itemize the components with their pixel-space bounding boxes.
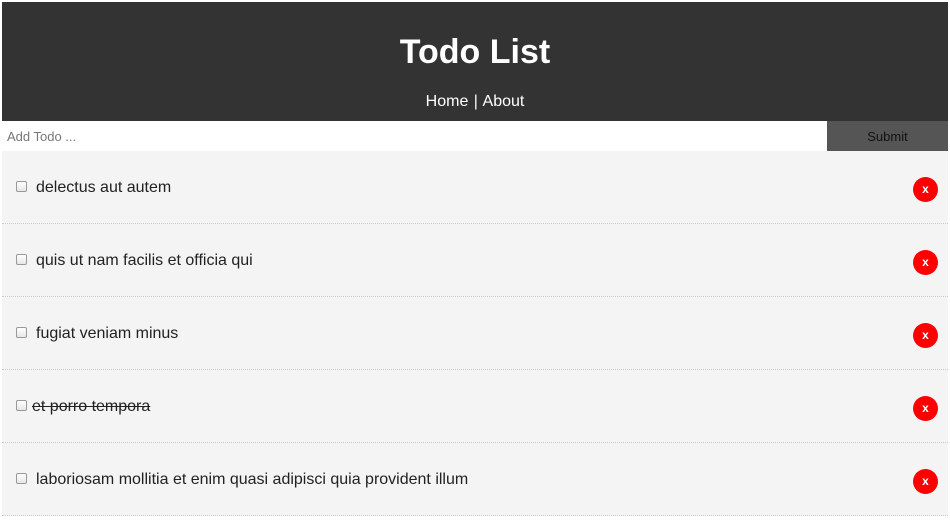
todo-checkbox[interactable] [16,473,27,484]
todo-checkbox[interactable] [16,400,27,411]
submit-button[interactable]: Submit [827,121,948,151]
nav-separator: | [473,93,478,110]
delete-todo-button[interactable]: x [913,323,938,348]
todo-checkbox[interactable] [16,254,27,265]
todo-item: quis ut nam facilis et officia qui x [2,224,948,297]
todo-item: et porro tempora x [2,370,948,443]
delete-todo-button[interactable]: x [913,396,938,421]
todo-item: fugiat veniam minus x [2,297,948,370]
todo-title: fugiat veniam minus [36,325,179,342]
todo-item: laboriosam mollitia et enim quasi adipis… [2,443,948,516]
delete-todo-button[interactable]: x [913,177,938,202]
todo-item: delectus aut autem x [2,151,948,224]
nav-link-home[interactable]: Home [426,93,469,110]
todo-app: Todo List Home | About Submit delectus a… [0,0,950,523]
todo-checkbox[interactable] [16,181,27,192]
todo-title: delectus aut autem [36,179,172,196]
page-title: Todo List [399,33,551,71]
todo-title: laboriosam mollitia et enim quasi adipis… [36,471,469,488]
add-todo-form: Submit [2,121,948,151]
delete-todo-button[interactable]: x [913,250,938,275]
app-header: Todo List Home | About [2,2,948,121]
delete-todo-button[interactable]: x [913,469,938,494]
todo-title: quis ut nam facilis et officia qui [36,252,253,269]
todo-title: et porro tempora [32,398,151,415]
todo-list: delectus aut autem x quis ut nam facilis… [2,151,948,516]
nav-links: Home | About [2,92,948,112]
todo-checkbox[interactable] [16,327,27,338]
add-todo-input[interactable] [2,121,827,151]
nav-link-about[interactable]: About [483,93,525,110]
